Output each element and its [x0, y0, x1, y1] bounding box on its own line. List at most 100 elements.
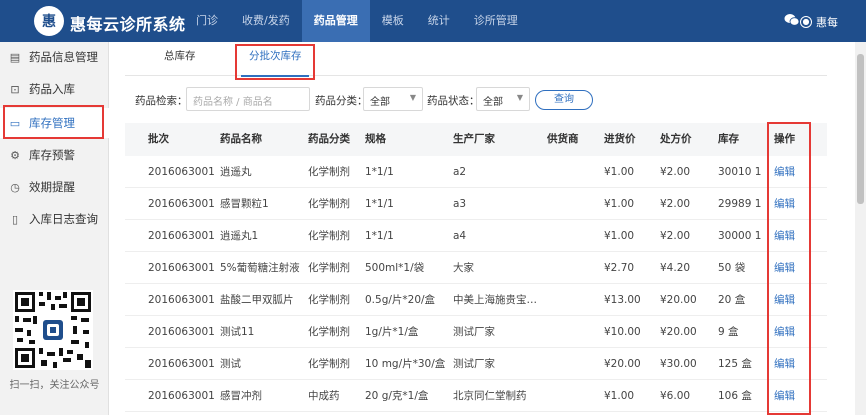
column-header: 药品名称 — [220, 133, 262, 145]
status-value: 全部 — [483, 97, 503, 108]
table-cell: 感冒颗粒1 — [220, 198, 269, 210]
table-row: 2016063001 逍遥丸1 化学制剂 1*1/1 a4 ¥1.00 ¥2.00 30000… — [125, 220, 827, 252]
table-cell: 化学制剂 — [308, 230, 350, 242]
highlight-box — [767, 122, 811, 415]
table-header: 批次 药品名称 药品分类 规格 生产厂家 供货商 进货价 处方价 库存 操作 — [125, 123, 827, 156]
category-value: 全部 — [370, 97, 390, 108]
sidebar-item-stock-in-log[interactable]: ▯ 入库日志查询 — [0, 204, 109, 234]
inbox-icon: ⊡ — [10, 82, 20, 96]
table-cell — [547, 380, 602, 412]
column-header: 生产厂家 — [453, 133, 495, 145]
table-cell: 20 g/克*1/盒 — [365, 390, 429, 402]
app-title: 惠每云诊所系统 — [70, 15, 186, 34]
nav-item-statistics[interactable]: 统计 — [416, 0, 462, 42]
table-cell: ¥1.00 — [604, 230, 635, 242]
sidebar: ▤ 药品信息管理 ⊡ 药品入库 ▭ 库存管理 ⚙ 库存预警 ◷ 效期提醒 ▯ 入… — [0, 42, 109, 415]
table-cell: 20 盒 — [718, 294, 746, 306]
table-cell: 测试厂家 — [453, 358, 495, 370]
sidebar-item-stock-warning[interactable]: ⚙ 库存预警 — [0, 140, 109, 170]
sidebar-item-expiry-reminder[interactable]: ◷ 效期提醒 — [0, 172, 109, 202]
qr-caption: 扫一扫，关注公众号 — [9, 380, 100, 391]
sidebar-item-label: 药品信息管理 — [29, 50, 98, 64]
status-select[interactable]: 全部 ▼ — [476, 87, 530, 111]
table-cell: 2016063001 — [148, 294, 215, 306]
table-cell: 1*1/1 — [365, 198, 394, 210]
table-cell — [547, 316, 602, 348]
table-row: 2016063001 盐酸二甲双胍片 化学制剂 0.5g/片*20/盒 中美上海施贵宝…… — [125, 284, 827, 316]
main-nav: 门诊 收费/发药 药品管理 模板 统计 诊所管理 — [184, 0, 530, 42]
table-cell: 化学制剂 — [308, 294, 350, 306]
table-cell: 2016063001 — [148, 198, 215, 210]
table-cell: ¥4.20 — [660, 262, 691, 274]
user-menu[interactable]: ● 惠每 — [800, 14, 838, 30]
table-cell: 2016063001 — [148, 358, 215, 370]
table-cell: 化学制剂 — [308, 198, 350, 210]
scrollbar[interactable] — [855, 42, 866, 415]
search-button[interactable]: 查询 — [535, 90, 593, 110]
table-cell: 测试厂家 — [453, 326, 495, 338]
nav-item-outpatient[interactable]: 门诊 — [184, 0, 230, 42]
nav-item-clinic-management[interactable]: 诊所管理 — [462, 0, 530, 42]
table-cell: ¥6.00 — [660, 390, 691, 402]
qr-code — [13, 290, 93, 370]
sidebar-item-label: 效期提醒 — [29, 180, 75, 194]
document-icon: ▯ — [11, 212, 19, 226]
drug-search-label: 药品检索： — [135, 95, 188, 107]
table-cell: 10 mg/片*30/盒 — [365, 358, 446, 370]
nav-item-template[interactable]: 模板 — [370, 0, 416, 42]
filter-bar: 药品检索： 药品名称 / 商品名 药品分类： 全部 ▼ 药品状态： 全部 ▼ 查… — [109, 87, 854, 113]
table-cell: ¥20.00 — [660, 294, 697, 306]
sidebar-item-drug-info[interactable]: ▤ 药品信息管理 — [0, 42, 109, 72]
logo-glyph: 惠 — [42, 14, 56, 30]
chevron-down-icon: ▼ — [516, 93, 523, 102]
wechat-icon[interactable] — [784, 13, 800, 27]
table-cell: 化学制剂 — [308, 326, 350, 338]
column-header: 库存 — [718, 133, 739, 145]
table-cell: 逍遥丸1 — [220, 230, 259, 242]
table-cell — [547, 220, 602, 252]
nav-item-drug-management[interactable]: 药品管理 — [301, 0, 370, 42]
user-icon: ● — [800, 16, 812, 28]
table-cell: 1*1/1 — [365, 230, 394, 242]
column-header: 供货商 — [547, 133, 579, 145]
table-cell: 30010 1 — [718, 166, 762, 178]
table-cell: ¥30.00 — [660, 358, 697, 370]
table-cell: 2016063001 — [148, 166, 215, 178]
table-row: 2016063001 测试11 化学制剂 1g/片*1/盒 测试厂家 ¥10.00 ¥20.… — [125, 316, 827, 348]
table-cell: ¥2.70 — [604, 262, 635, 274]
table-cell: 北京同仁堂制药 — [453, 390, 527, 402]
list-icon: ▤ — [9, 50, 21, 64]
table-cell: ¥2.00 — [660, 166, 691, 178]
highlight-box — [235, 44, 315, 80]
table-cell: 化学制剂 — [308, 358, 350, 370]
table-cell: 9 盒 — [718, 326, 739, 338]
drug-search-input[interactable]: 药品名称 / 商品名 — [186, 87, 310, 111]
column-header: 规格 — [365, 133, 386, 145]
user-name: 惠每 — [816, 16, 838, 29]
category-select[interactable]: 全部 ▼ — [363, 87, 423, 111]
table-cell: ¥2.00 — [660, 230, 691, 242]
table-cell: 50 袋 — [718, 262, 746, 274]
table-cell: ¥20.00 — [604, 358, 641, 370]
column-header: 进货价 — [604, 133, 636, 145]
table-cell: 0.5g/片*20/盒 — [365, 294, 436, 306]
table-cell: ¥10.00 — [604, 326, 641, 338]
scrollbar-thumb[interactable] — [857, 54, 864, 204]
sidebar-item-drug-stock-in[interactable]: ⊡ 药品入库 — [0, 74, 109, 104]
table-cell: 2016063001 — [148, 326, 215, 338]
sidebar-item-label: 库存预警 — [29, 148, 75, 162]
logo: 惠 — [34, 6, 64, 36]
table-cell: a3 — [453, 198, 467, 210]
category-label: 药品分类： — [315, 95, 368, 107]
tab-total-stock[interactable]: 总库存 — [164, 42, 196, 76]
table-cell: 化学制剂 — [308, 166, 350, 178]
table-cell: 30000 1 — [718, 230, 762, 242]
table-cell: 大家 — [453, 262, 474, 274]
nav-item-charge[interactable]: 收费/发药 — [230, 0, 302, 42]
table-cell: 盐酸二甲双胍片 — [220, 294, 294, 306]
table-cell — [547, 156, 602, 188]
table-cell: 1g/片*1/盒 — [365, 326, 419, 338]
table-cell: ¥1.00 — [604, 198, 635, 210]
table-cell: 感冒冲剂 — [220, 390, 262, 402]
column-header: 药品分类 — [308, 133, 350, 145]
